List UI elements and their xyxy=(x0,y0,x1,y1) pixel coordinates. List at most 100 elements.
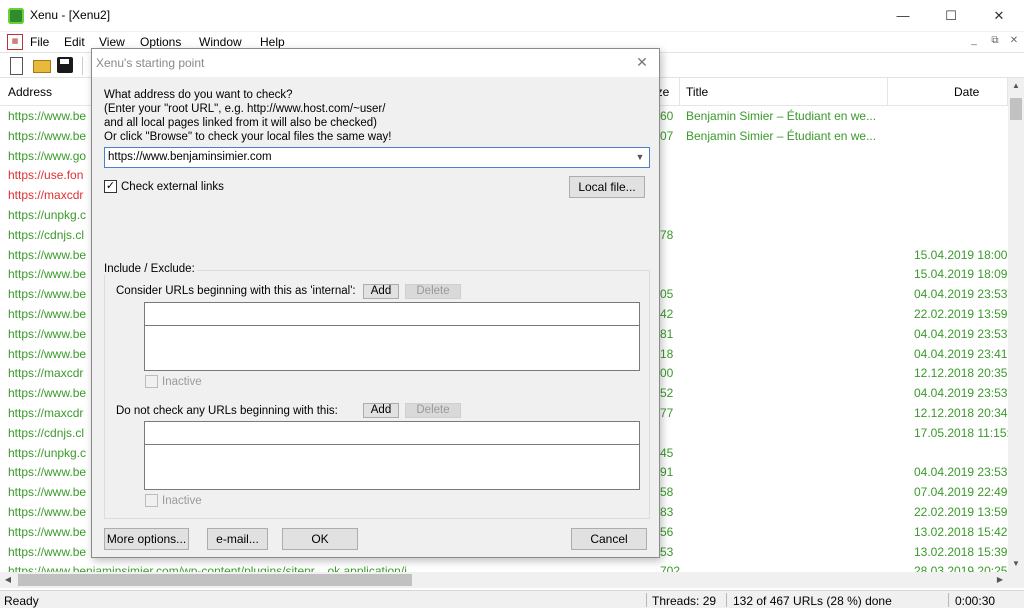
row-size: 45 xyxy=(660,445,674,460)
row-address: https://www.be xyxy=(8,109,87,123)
starting-point-dialog: Xenu's starting point ✕ What address do … xyxy=(91,48,660,558)
row-address: https://use.fon xyxy=(8,168,84,183)
row-size: 00 xyxy=(660,366,674,381)
vertical-scroll-thumb[interactable] xyxy=(1010,98,1022,120)
title-bar: Xenu - [Xenu2] — ☐ ✕ xyxy=(0,0,1024,32)
row-size: 05 xyxy=(660,287,674,302)
row-address: https://cdnjs.cl xyxy=(8,425,85,440)
internal-add-button[interactable]: Add xyxy=(363,284,399,299)
row-date: 15.04.2019 18:00: xyxy=(914,247,1008,262)
row-address: https://www.be xyxy=(8,287,87,302)
scroll-down-arrow-icon[interactable]: ▼ xyxy=(1008,556,1024,572)
vertical-scrollbar[interactable]: ▲ ▼ xyxy=(1008,78,1024,572)
menu-help[interactable]: Help xyxy=(260,35,285,49)
horizontal-scroll-thumb[interactable] xyxy=(18,574,412,586)
close-button[interactable]: ✕ xyxy=(976,4,1022,28)
row-address: https://www.be xyxy=(8,485,87,500)
row-size: 53 xyxy=(660,544,674,559)
row-address: https://unpkg.c xyxy=(8,208,87,222)
more-options-button[interactable]: More options... xyxy=(104,528,189,550)
row-address: https://www.be xyxy=(8,544,87,559)
prompt-line-4: Or click "Browse" to check your local fi… xyxy=(104,131,392,143)
mdi-minimize-button[interactable]: _ xyxy=(966,35,982,49)
row-date: 12.12.2018 20:34: xyxy=(914,406,1008,420)
menu-file[interactable]: File xyxy=(30,35,49,49)
status-separator xyxy=(948,593,949,607)
menu-options[interactable]: Options xyxy=(140,35,181,49)
exclude-inactive-label: Inactive xyxy=(162,495,202,507)
menu-window[interactable]: Window xyxy=(199,35,242,49)
cancel-button[interactable]: Cancel xyxy=(571,528,647,550)
internal-url-input[interactable] xyxy=(144,302,640,326)
menu-edit[interactable]: Edit xyxy=(64,35,85,49)
email-button[interactable]: e-mail... xyxy=(207,528,268,550)
maximize-button[interactable]: ☐ xyxy=(928,4,974,28)
scroll-up-arrow-icon[interactable]: ▲ xyxy=(1008,78,1024,94)
row-address: https://www.be xyxy=(8,524,87,539)
exclude-inactive-checkbox[interactable] xyxy=(145,494,158,507)
new-file-icon[interactable] xyxy=(10,57,23,75)
check-external-links-checkbox[interactable]: ✓ xyxy=(104,180,117,193)
xenu-app-icon xyxy=(8,8,24,24)
status-elapsed: 0:00:30 xyxy=(955,594,996,608)
toolbar-separator xyxy=(82,57,83,75)
status-separator xyxy=(646,593,647,607)
mdi-restore-button[interactable]: ⧉ xyxy=(987,35,1003,49)
horizontal-scrollbar[interactable]: ◀ ▶ xyxy=(0,572,1008,588)
internal-url-list[interactable] xyxy=(144,325,640,371)
column-header-date[interactable]: Date xyxy=(888,78,1008,106)
row-date: 04.04.2019 23:53: xyxy=(914,287,1008,302)
row-date: 13.02.2018 15:39: xyxy=(914,544,1008,559)
prompt-line-3: and all local pages linked from it will … xyxy=(104,117,377,129)
internal-delete-button[interactable]: Delete xyxy=(405,284,461,299)
row-size: 58 xyxy=(660,485,674,500)
internal-inactive-checkbox[interactable] xyxy=(145,375,158,388)
row-date: 22.02.2019 13:59: xyxy=(914,307,1008,321)
scroll-right-arrow-icon[interactable]: ▶ xyxy=(992,572,1008,588)
exclude-add-button[interactable]: Add xyxy=(363,403,399,418)
row-address: https://www.be xyxy=(8,267,87,282)
ok-button[interactable]: OK xyxy=(282,528,358,550)
chevron-down-icon[interactable]: ▼ xyxy=(633,150,647,165)
status-threads: Threads: 29 xyxy=(652,594,717,608)
row-address: https://www.be xyxy=(8,465,87,480)
row-size: 91 xyxy=(660,465,674,480)
status-progress: 132 of 467 URLs (28 %) done xyxy=(733,594,892,608)
mdi-close-button[interactable]: ✕ xyxy=(1006,35,1022,49)
row-date: 17.05.2018 11:15: xyxy=(914,425,1008,440)
row-date: 15.04.2019 18:09: xyxy=(914,267,1008,282)
row-size: 78 xyxy=(660,227,674,242)
document-icon[interactable]: ▦ xyxy=(7,34,23,50)
scroll-corner xyxy=(1008,572,1024,588)
row-date: 07.04.2019 22:49: xyxy=(914,485,1008,500)
dialog-close-icon[interactable]: ✕ xyxy=(632,54,652,72)
row-address: https://www.be xyxy=(8,247,87,262)
internal-urls-label: Consider URLs beginning with this as 'in… xyxy=(116,285,356,297)
row-address: https://www.be xyxy=(8,346,87,361)
exclude-url-list[interactable] xyxy=(144,444,640,490)
local-file-button[interactable]: Local file... xyxy=(569,176,645,198)
menu-view[interactable]: View xyxy=(99,35,125,49)
row-size: 07 xyxy=(660,128,674,143)
open-folder-icon[interactable] xyxy=(33,60,51,73)
exclude-delete-button[interactable]: Delete xyxy=(405,403,461,418)
root-url-combobox[interactable]: https://www.benjaminsimier.com ▼ xyxy=(104,147,650,168)
row-date: 22.02.2019 13:59: xyxy=(914,505,1008,519)
prompt-line-2: (Enter your "root URL", e.g. http://www.… xyxy=(104,103,386,115)
status-bar: Ready Threads: 29 132 of 467 URLs (28 %)… xyxy=(0,590,1024,608)
check-external-links-label: Check external links xyxy=(121,181,224,193)
scroll-left-arrow-icon[interactable]: ◀ xyxy=(0,572,16,588)
prompt-line-1: What address do you want to check? xyxy=(104,89,293,101)
row-address: https://www.be xyxy=(8,505,87,519)
row-address: https://www.be xyxy=(8,386,87,401)
row-date: 04.04.2019 23:41: xyxy=(914,346,1008,361)
save-icon[interactable] xyxy=(57,57,73,73)
column-header-title[interactable]: Title xyxy=(680,78,888,106)
minimize-button[interactable]: — xyxy=(880,4,926,28)
row-date: 12.12.2018 20:35: xyxy=(914,366,1008,381)
exclude-urls-label: Do not check any URLs beginning with thi… xyxy=(116,405,338,417)
exclude-url-input[interactable] xyxy=(144,421,640,445)
row-size: 60 xyxy=(660,109,674,123)
include-exclude-label: Include / Exclude: xyxy=(102,263,197,275)
row-address: https://www.go xyxy=(8,148,87,163)
